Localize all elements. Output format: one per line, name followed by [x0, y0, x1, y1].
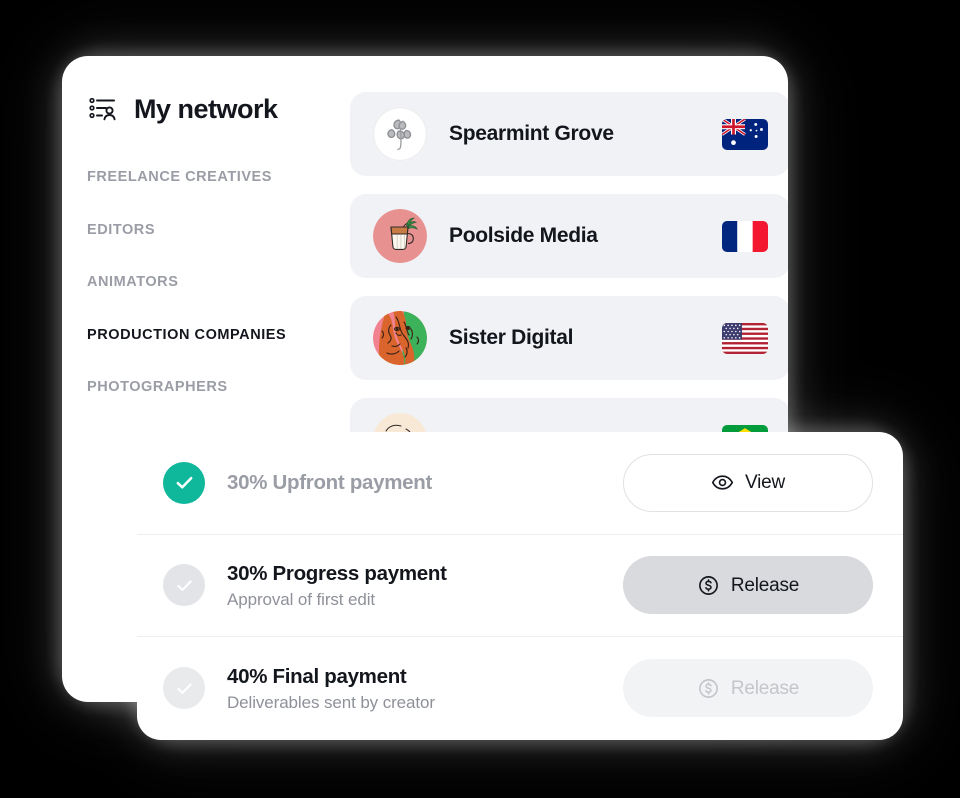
contact-name: Spearmint Grove — [449, 122, 614, 145]
check-circle-filled-icon — [163, 461, 205, 504]
payment-title: 30% Upfront payment — [227, 470, 433, 494]
view-button-label: View — [744, 472, 786, 494]
contact-name: Sister Digital — [449, 326, 574, 349]
list-person-icon — [86, 92, 120, 126]
check-circle-icon — [163, 667, 205, 710]
sidebar-item-animators[interactable]: ANIMATORS — [84, 265, 350, 299]
payment-title: 30% Progress payment — [227, 562, 447, 586]
australia-flag-icon — [722, 118, 768, 150]
contact-row-spearmint-grove[interactable]: Spearmint Grove — [350, 92, 788, 176]
dollar-circle-icon — [697, 574, 720, 597]
release-button[interactable]: Release — [623, 556, 873, 615]
page-title: My network — [134, 93, 278, 124]
dollar-circle-icon — [697, 677, 720, 700]
payment-row-progress: 30% Progress payment Approval of first e… — [137, 535, 903, 638]
sidebar-item-editors[interactable]: EDITORS — [84, 213, 350, 247]
sidebar-item-production-companies[interactable]: PRODUCTION COMPANIES — [84, 318, 350, 352]
sidebar-item-freelance-creatives[interactable]: FREELANCE CREATIVES — [84, 160, 350, 194]
payment-row-upfront: 30% Upfront payment View — [137, 432, 903, 535]
view-button[interactable]: View — [623, 453, 873, 512]
payment-subtitle: Approval of first edit — [227, 589, 376, 609]
payment-text-group: 40% Final payment Deliverables sent by c… — [227, 664, 623, 713]
payment-text-group: 30% Upfront payment — [227, 470, 623, 496]
contact-name: Poolside Media — [449, 224, 598, 247]
mint-sprig-avatar — [373, 107, 427, 161]
network-category-list: FREELANCE CREATIVES EDITORS ANIMATORS PR… — [84, 160, 350, 404]
release-button-label: Release — [730, 574, 800, 596]
sidebar-item-photographers[interactable]: PHOTOGRAPHERS — [84, 370, 350, 404]
contact-row-sister-digital[interactable]: Sister Digital — [350, 296, 788, 380]
france-flag-icon — [722, 220, 768, 252]
united-states-flag-icon — [722, 322, 768, 354]
payment-title: 40% Final payment — [227, 665, 407, 689]
screen: My network FREELANCE CREATIVES EDITORS A… — [0, 0, 960, 798]
network-header: My network — [84, 92, 350, 126]
check-circle-icon — [163, 564, 205, 607]
eye-icon — [711, 471, 734, 494]
release-button-disabled: Release — [623, 659, 873, 718]
milestone-payments-card: 30% Upfront payment View 30% Progress pa… — [137, 432, 903, 740]
release-button-label: Release — [730, 677, 800, 699]
payment-text-group: 30% Progress payment Approval of first e… — [227, 561, 623, 610]
abstract-faces-avatar — [373, 311, 427, 365]
contact-row-poolside-media[interactable]: Poolside Media — [350, 194, 788, 278]
payment-row-final: 40% Final payment Deliverables sent by c… — [137, 637, 903, 740]
tropical-drink-avatar — [373, 209, 427, 263]
payment-subtitle: Deliverables sent by creator — [227, 692, 435, 712]
